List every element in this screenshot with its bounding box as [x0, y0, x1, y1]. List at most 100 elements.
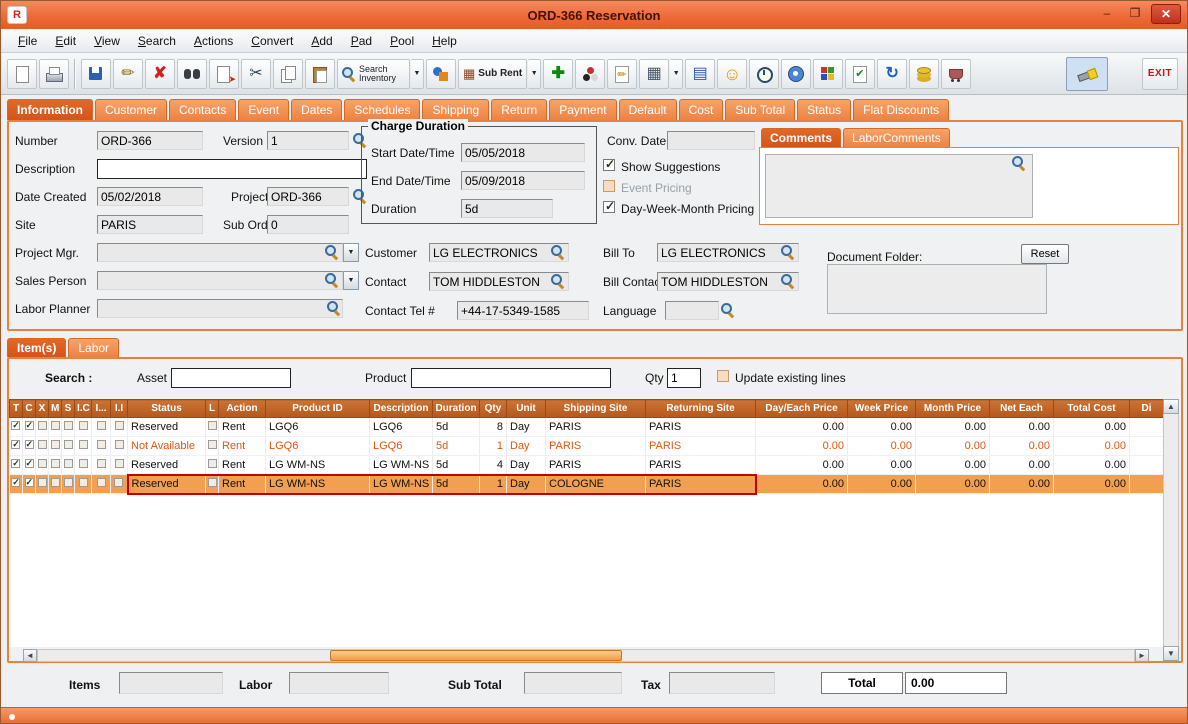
contact-tel-input[interactable] — [457, 301, 589, 320]
number-input[interactable] — [97, 131, 203, 150]
menu-add[interactable]: Add — [302, 31, 341, 51]
sub-orders-input[interactable] — [267, 215, 349, 234]
export-button[interactable] — [209, 58, 239, 89]
col-s[interactable]: S — [61, 399, 75, 418]
menu-view[interactable]: View — [85, 31, 129, 51]
date-created-input[interactable] — [97, 187, 203, 206]
contact-input[interactable] — [429, 272, 569, 291]
end-date-input[interactable] — [461, 171, 585, 190]
tab-customer[interactable]: Customer — [95, 99, 168, 120]
col-net-each[interactable]: Net Each — [989, 399, 1054, 418]
maximize-button[interactable]: ❐ — [1123, 4, 1147, 24]
row-checkbox[interactable] — [50, 478, 60, 487]
project-mgr-input[interactable] — [97, 243, 343, 262]
language-input[interactable] — [665, 301, 719, 320]
tab-default[interactable]: Default — [618, 99, 677, 120]
menu-pad[interactable]: Pad — [342, 31, 381, 51]
row-checkbox[interactable] — [11, 420, 21, 431]
item-row[interactable]: Not AvailableRentLGQ6LGQ65d1DayPARISPARI… — [9, 436, 1163, 456]
asset-input[interactable] — [171, 368, 291, 388]
visual-pick-button[interactable] — [426, 58, 456, 89]
row-checkbox[interactable] — [114, 440, 124, 449]
row-checkbox[interactable] — [37, 478, 47, 487]
menu-convert[interactable]: Convert — [242, 31, 302, 51]
reset-button[interactable]: Reset — [1021, 244, 1069, 264]
menu-pool[interactable]: Pool — [381, 31, 423, 51]
col-product-id[interactable]: Product ID — [265, 399, 370, 418]
disc-button[interactable] — [781, 58, 812, 89]
col-week-price[interactable]: Week Price — [847, 399, 916, 418]
col-l[interactable]: L — [205, 399, 219, 418]
flashlight-button[interactable] — [1066, 56, 1108, 91]
row-l-checkbox[interactable] — [207, 478, 217, 487]
bill-to-input[interactable] — [657, 243, 799, 262]
tab-event[interactable]: Event — [238, 99, 290, 120]
add-button[interactable]: ✚ — [543, 58, 574, 89]
delete-button[interactable]: ✘ — [145, 58, 175, 89]
tab-status[interactable]: Status — [797, 99, 852, 120]
tab-item-s[interactable]: Item(s) — [7, 338, 67, 357]
col-i-c[interactable]: I.C — [74, 399, 92, 418]
row-checkbox[interactable] — [114, 478, 124, 487]
product-input[interactable] — [411, 368, 611, 388]
conv-date-input[interactable] — [667, 131, 755, 150]
row-checkbox[interactable] — [78, 421, 88, 430]
col-month-price[interactable]: Month Price — [915, 399, 990, 418]
search-inventory-dropdown[interactable]: ▼ — [411, 58, 424, 89]
notes-button[interactable] — [607, 58, 638, 89]
qty-input[interactable] — [667, 368, 701, 388]
col-m[interactable]: M — [48, 399, 62, 418]
paste-button[interactable] — [305, 58, 335, 89]
col-c[interactable]: C — [22, 399, 36, 418]
col-x[interactable]: X — [35, 399, 49, 418]
row-checkbox[interactable] — [24, 477, 34, 488]
row-checkbox[interactable] — [114, 459, 124, 468]
project-mgr-dropdown[interactable]: ▼ — [343, 243, 359, 262]
menu-search[interactable]: Search — [129, 31, 185, 51]
bill-to-search-icon[interactable] — [781, 245, 797, 261]
search-inventory-button[interactable]: Search Inventory — [337, 58, 410, 89]
pad-dropdown[interactable]: ▼ — [670, 58, 684, 89]
tab-cost[interactable]: Cost — [678, 99, 724, 120]
comments-search-icon[interactable] — [1012, 156, 1028, 172]
col-day-each-price[interactable]: Day/Each Price — [755, 399, 848, 418]
col-status[interactable]: Status — [127, 399, 206, 418]
tab-labor[interactable]: Labor — [68, 338, 120, 357]
col-total-cost[interactable]: Total Cost — [1053, 399, 1130, 418]
row-checkbox[interactable] — [96, 421, 106, 430]
description-input[interactable] — [97, 159, 367, 179]
col-shipping-site[interactable]: Shipping Site — [545, 399, 646, 418]
tab-laborcomments[interactable]: LaborComments — [843, 128, 950, 147]
row-checkbox[interactable] — [11, 439, 21, 450]
tab-contacts[interactable]: Contacts — [169, 99, 237, 120]
labor-planner-input[interactable] — [97, 299, 343, 318]
labor-planner-search-icon[interactable] — [327, 301, 343, 317]
save-button[interactable] — [81, 58, 111, 89]
payments-button[interactable] — [909, 58, 940, 89]
row-checkbox[interactable] — [96, 440, 106, 449]
update-existing-checkbox[interactable] — [717, 370, 729, 382]
sub-rent-button[interactable]: ▦ Sub Rent — [458, 58, 528, 89]
tab-payment[interactable]: Payment — [549, 99, 617, 120]
exit-button[interactable]: EXIT — [1142, 57, 1178, 90]
copy-button[interactable] — [273, 58, 303, 89]
row-checkbox[interactable] — [50, 440, 60, 449]
row-checkbox[interactable] — [50, 459, 60, 468]
language-search-icon[interactable] — [721, 303, 737, 319]
bill-contact-search-icon[interactable] — [781, 274, 797, 290]
col-description[interactable]: Description — [369, 399, 433, 418]
tab-schedules[interactable]: Schedules — [344, 99, 421, 120]
sales-person-input[interactable] — [97, 271, 343, 290]
customer-input[interactable] — [429, 243, 569, 262]
col-duration[interactable]: Duration — [432, 399, 480, 418]
print-button[interactable] — [39, 58, 69, 89]
checklist-button[interactable] — [845, 58, 876, 89]
day-week-month-checkbox[interactable] — [603, 199, 615, 213]
contact-search-icon[interactable] — [551, 274, 567, 290]
row-checkbox[interactable] — [114, 421, 124, 430]
tab-dates[interactable]: Dates — [291, 99, 343, 120]
row-checkbox[interactable] — [11, 458, 21, 469]
customer-search-icon[interactable] — [551, 245, 567, 261]
row-checkbox[interactable] — [96, 459, 106, 468]
scroll-down-button[interactable]: ▼ — [1163, 646, 1179, 661]
